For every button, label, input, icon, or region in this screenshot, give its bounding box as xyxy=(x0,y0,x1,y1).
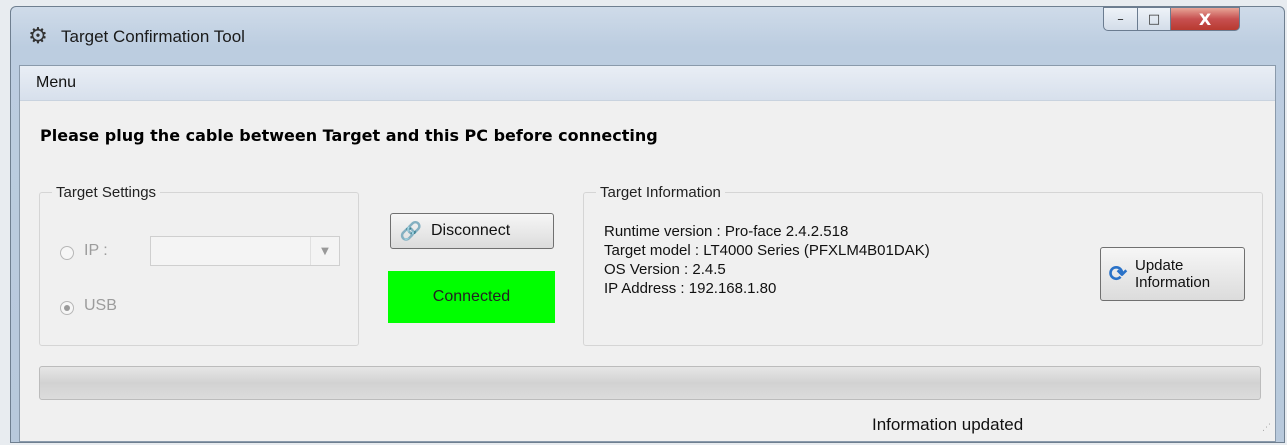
connection-status-badge: Connected xyxy=(388,271,555,323)
update-label-line2: Information xyxy=(1135,274,1211,291)
ip-address-dropdown[interactable]: ▼ xyxy=(150,236,340,266)
runtime-version-text: Runtime version : Pro-face 2.4.2.518 xyxy=(604,223,849,240)
refresh-icon: ⟳ xyxy=(1108,261,1128,286)
target-information-legend: Target Information xyxy=(600,184,721,201)
ip-radio[interactable] xyxy=(60,246,74,260)
maximize-button[interactable]: □ xyxy=(1137,7,1171,31)
target-settings-legend: Target Settings xyxy=(56,184,157,201)
disconnect-button[interactable]: 🔗 Disconnect xyxy=(390,213,554,249)
update-information-button[interactable]: ⟳ Update Information xyxy=(1100,247,1245,301)
minimize-icon: – xyxy=(1117,11,1124,27)
target-model-text: Target model : LT4000 Series (PFXLM4B01D… xyxy=(604,242,930,259)
close-icon: X xyxy=(1198,9,1212,29)
minimize-button[interactable]: – xyxy=(1103,7,1138,31)
app-window: ⚙ Target Confirmation Tool – □ X Menu Pl… xyxy=(10,6,1285,443)
chevron-down-icon[interactable]: ▼ xyxy=(310,237,339,265)
menu-bar: Menu xyxy=(20,66,1275,101)
resize-grip-icon[interactable]: ⋰ xyxy=(1259,424,1271,437)
disconnect-label: Disconnect xyxy=(431,222,511,239)
instruction-text: Please plug the cable between Target and… xyxy=(40,126,658,145)
ip-radio-label: IP : xyxy=(84,242,108,259)
window-title: Target Confirmation Tool xyxy=(61,27,245,46)
update-information-label: Update Information xyxy=(1135,257,1210,291)
status-bar-text: Information updated xyxy=(872,415,1024,434)
menu-item-menu[interactable]: Menu xyxy=(36,74,76,92)
maximize-icon: □ xyxy=(1147,11,1161,27)
target-information-details: Runtime version : Pro-face 2.4.2.518 Tar… xyxy=(604,222,930,298)
close-button[interactable]: X xyxy=(1170,7,1240,31)
usb-radio-label: USB xyxy=(84,297,117,314)
link-icon: 🔗 xyxy=(399,220,423,241)
ip-address-text: IP Address : 192.168.1.80 xyxy=(604,280,777,297)
gears-icon: ⚙ xyxy=(28,24,48,49)
os-version-text: OS Version : 2.4.5 xyxy=(604,261,726,278)
connection-status-label: Connected xyxy=(432,288,511,305)
update-label-line1: Update xyxy=(1135,257,1184,274)
progress-bar xyxy=(39,366,1261,400)
title-bar[interactable]: ⚙ Target Confirmation Tool – □ X xyxy=(11,7,1284,65)
client-area: Menu Please plug the cable between Targe… xyxy=(19,65,1276,442)
usb-radio[interactable] xyxy=(60,301,74,315)
